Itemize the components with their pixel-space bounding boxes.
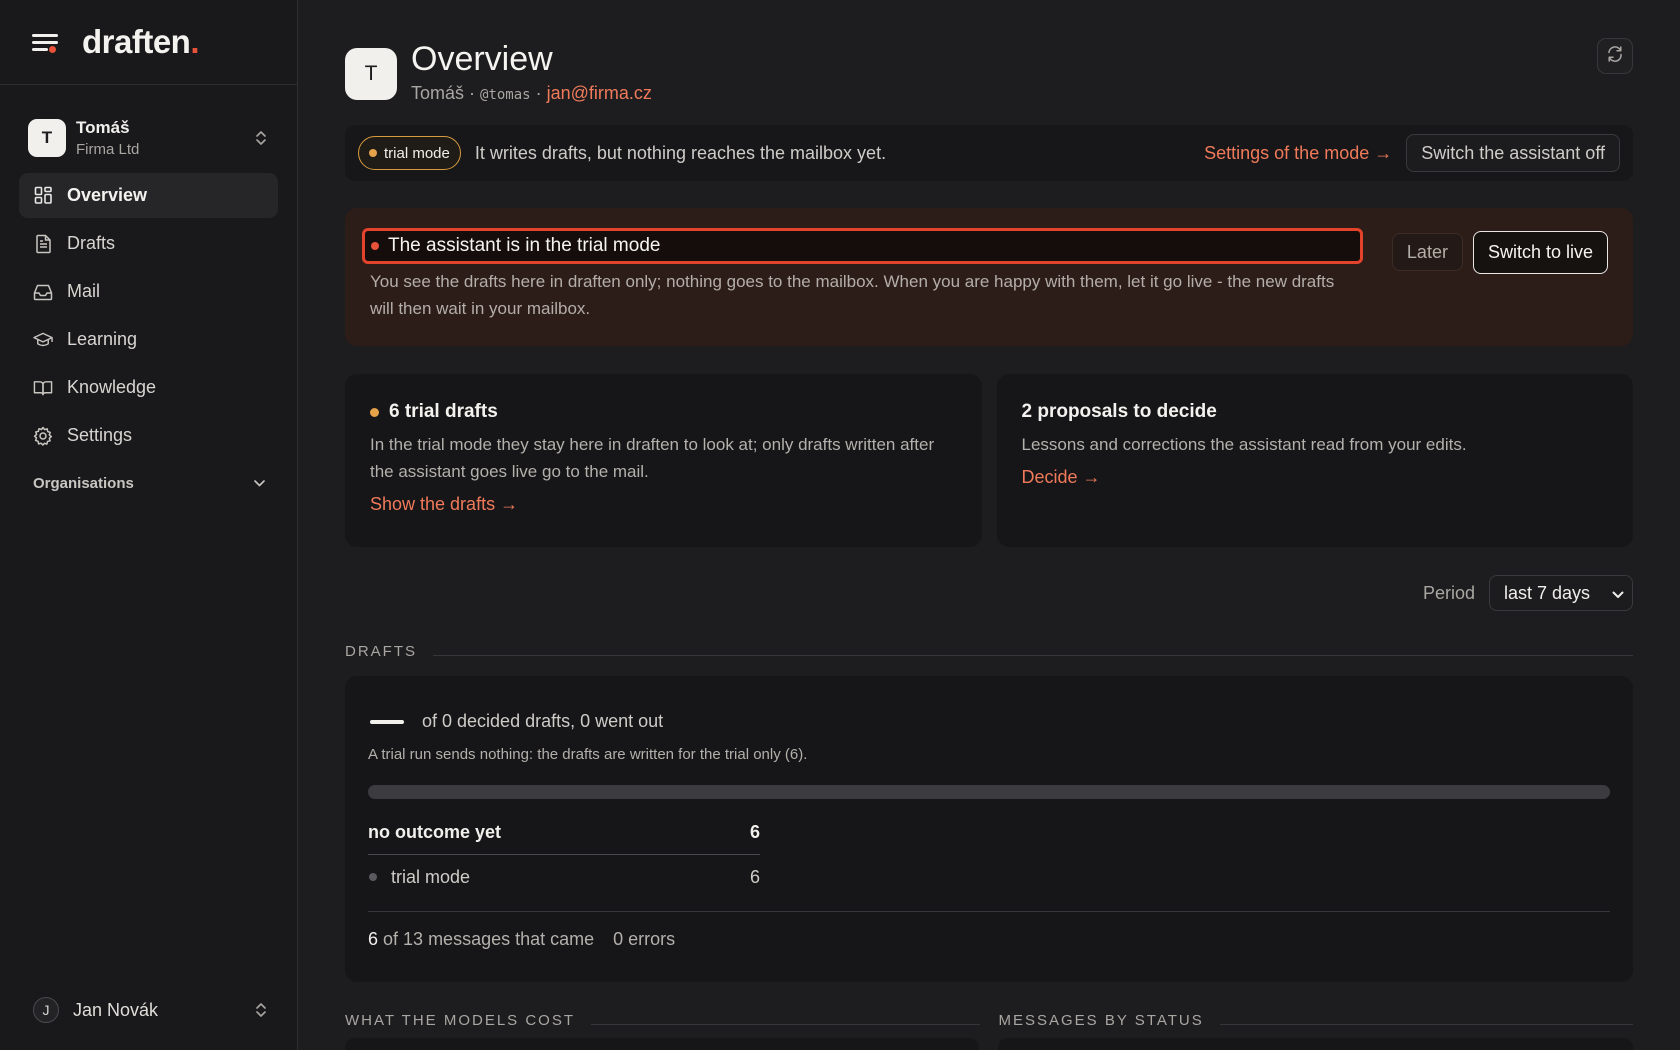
proposals-card: 2 proposals to decide Lessons and correc…	[996, 374, 1633, 547]
app-logo: draften.	[82, 23, 200, 60]
alert-title: The assistant is in the trial mode	[362, 228, 1363, 264]
card-text: Lessons and corrections the assistant re…	[1021, 435, 1467, 454]
section-title: DRAFTS	[345, 643, 1633, 660]
profile-email-link[interactable]: jan@firma.cz	[547, 83, 652, 103]
user-name: Jan Novák	[73, 999, 159, 1020]
trial-mode-alert: The assistant is in the trial mode You s…	[345, 208, 1633, 346]
refresh-button[interactable]	[1597, 38, 1633, 74]
mode-bar: trial mode It writes drafts, but nothing…	[345, 125, 1633, 181]
status-card	[998, 1038, 1633, 1050]
graduation-cap-icon	[33, 330, 53, 350]
user-switcher[interactable]: J Jan Novák	[33, 995, 269, 1025]
errors-count: 0 errors	[613, 929, 676, 949]
brand-bar: draften.	[0, 0, 297, 85]
account-name: Tomáš	[76, 118, 130, 137]
refresh-icon	[1606, 45, 1624, 68]
organisations-label: Organisations	[33, 474, 134, 492]
sidebar-nav: Overview Drafts Mail Learning Knowledge	[0, 173, 297, 458]
summary-cards: 6 trial drafts In the trial mode they st…	[345, 374, 1633, 547]
card-title: 2 proposals to decide	[1021, 401, 1217, 422]
chevron-down-icon	[253, 475, 266, 492]
sidebar-item-label: Learning	[67, 329, 138, 349]
page-title: Overview	[411, 40, 553, 78]
switch-assistant-off-button[interactable]: Switch the assistant off	[1406, 134, 1620, 172]
sidebar-item-drafts[interactable]: Drafts	[19, 221, 278, 266]
sidebar-item-settings[interactable]: Settings	[19, 413, 278, 458]
period-select[interactable]: last 7 days	[1489, 575, 1633, 611]
table-row: trial mode 6	[368, 855, 760, 899]
trial-drafts-card: 6 trial drafts In the trial mode they st…	[345, 374, 982, 547]
alert-body: You see the drafts here in draften only;…	[370, 272, 1335, 318]
trial-mode-badge: trial mode	[358, 136, 461, 170]
drafts-metric: of 0 decided drafts, 0 went out	[368, 711, 1610, 732]
mode-settings-link[interactable]: Settings of the mode →	[1204, 143, 1392, 164]
sidebar-item-label: Knowledge	[67, 377, 157, 397]
chevron-up-down-icon	[253, 1000, 269, 1020]
user-avatar: J	[33, 997, 59, 1023]
empty-value-dash	[370, 719, 404, 724]
status-dot	[369, 873, 377, 881]
sidebar: draften. T Tomáš Firma Ltd Overview Draf…	[0, 0, 298, 1050]
section-title-status: MESSAGES BY STATUS	[999, 1012, 1633, 1029]
profile-name: Tomáš	[411, 83, 465, 103]
alert-dot	[371, 242, 379, 250]
account-switcher[interactable]: T Tomáš Firma Ltd	[0, 117, 297, 159]
period-filter: Period last 7 days	[345, 575, 1633, 611]
drafts-stats-card: of 0 decided drafts, 0 went out A trial …	[345, 676, 1633, 982]
period-label: Period	[1422, 582, 1475, 603]
account-avatar: T	[28, 119, 66, 157]
messages-count: 6	[368, 929, 379, 949]
show-drafts-link[interactable]: Show the drafts →	[370, 494, 518, 515]
outcome-table: no outcome yet 6 trial mode 6	[368, 811, 760, 899]
profile-handle: @tomas	[480, 87, 531, 103]
table-row: no outcome yet 6	[368, 811, 760, 855]
card-text: In the trial mode they stay here in draf…	[370, 435, 935, 481]
sidebar-item-label: Settings	[67, 425, 133, 445]
grid-icon	[33, 186, 53, 206]
decide-link[interactable]: Decide →	[1022, 467, 1101, 488]
switch-to-live-button[interactable]: Switch to live	[1472, 231, 1608, 274]
book-icon	[33, 378, 53, 398]
sidebar-item-label: Overview	[67, 185, 148, 205]
section-title-costs: WHAT THE MODELS COST	[345, 1012, 980, 1029]
sidebar-item-mail[interactable]: Mail	[19, 269, 278, 314]
chevron-down-icon	[1612, 583, 1624, 604]
sidebar-item-label: Mail	[67, 281, 101, 301]
drafts-section: DRAFTS of 0 decided drafts, 0 went out A…	[345, 643, 1633, 982]
account-org: Firma Ltd	[76, 141, 140, 158]
drafts-note: A trial run sends nothing: the drafts ar…	[368, 746, 808, 763]
sidebar-item-label: Drafts	[67, 233, 116, 253]
main-content: T Overview Tomáš · @tomas · jan@firma.cz…	[345, 0, 1633, 1029]
profile-avatar: T	[345, 48, 397, 100]
document-icon	[33, 234, 53, 254]
sidebar-item-learning[interactable]: Learning	[19, 317, 278, 362]
later-button[interactable]: Later	[1391, 233, 1463, 271]
mode-description: It writes drafts, but nothing reaches th…	[474, 142, 887, 163]
inbox-icon	[33, 282, 53, 302]
card-title: 6 trial drafts	[370, 401, 957, 423]
drafts-footer: 6 of 13 messages that came 0 errors	[368, 911, 1610, 950]
sidebar-item-overview[interactable]: Overview	[19, 173, 278, 218]
drafts-progress-bar	[368, 785, 1610, 799]
organisations-toggle[interactable]: Organisations	[33, 468, 266, 498]
page-header: T Overview Tomáš · @tomas · jan@firma.cz	[345, 38, 1633, 107]
bottom-sections: WHAT THE MODELS COST MESSAGES BY STATUS	[345, 1012, 1633, 1029]
status-dot	[370, 407, 379, 417]
gear-icon	[33, 426, 53, 446]
profile-subtitle: Tomáš · @tomas · jan@firma.cz	[411, 83, 652, 103]
costs-card	[345, 1038, 979, 1050]
status-dot	[369, 149, 377, 157]
chevron-up-down-icon	[253, 128, 269, 148]
sidebar-item-knowledge[interactable]: Knowledge	[19, 365, 278, 410]
menu-icon[interactable]	[32, 30, 60, 54]
